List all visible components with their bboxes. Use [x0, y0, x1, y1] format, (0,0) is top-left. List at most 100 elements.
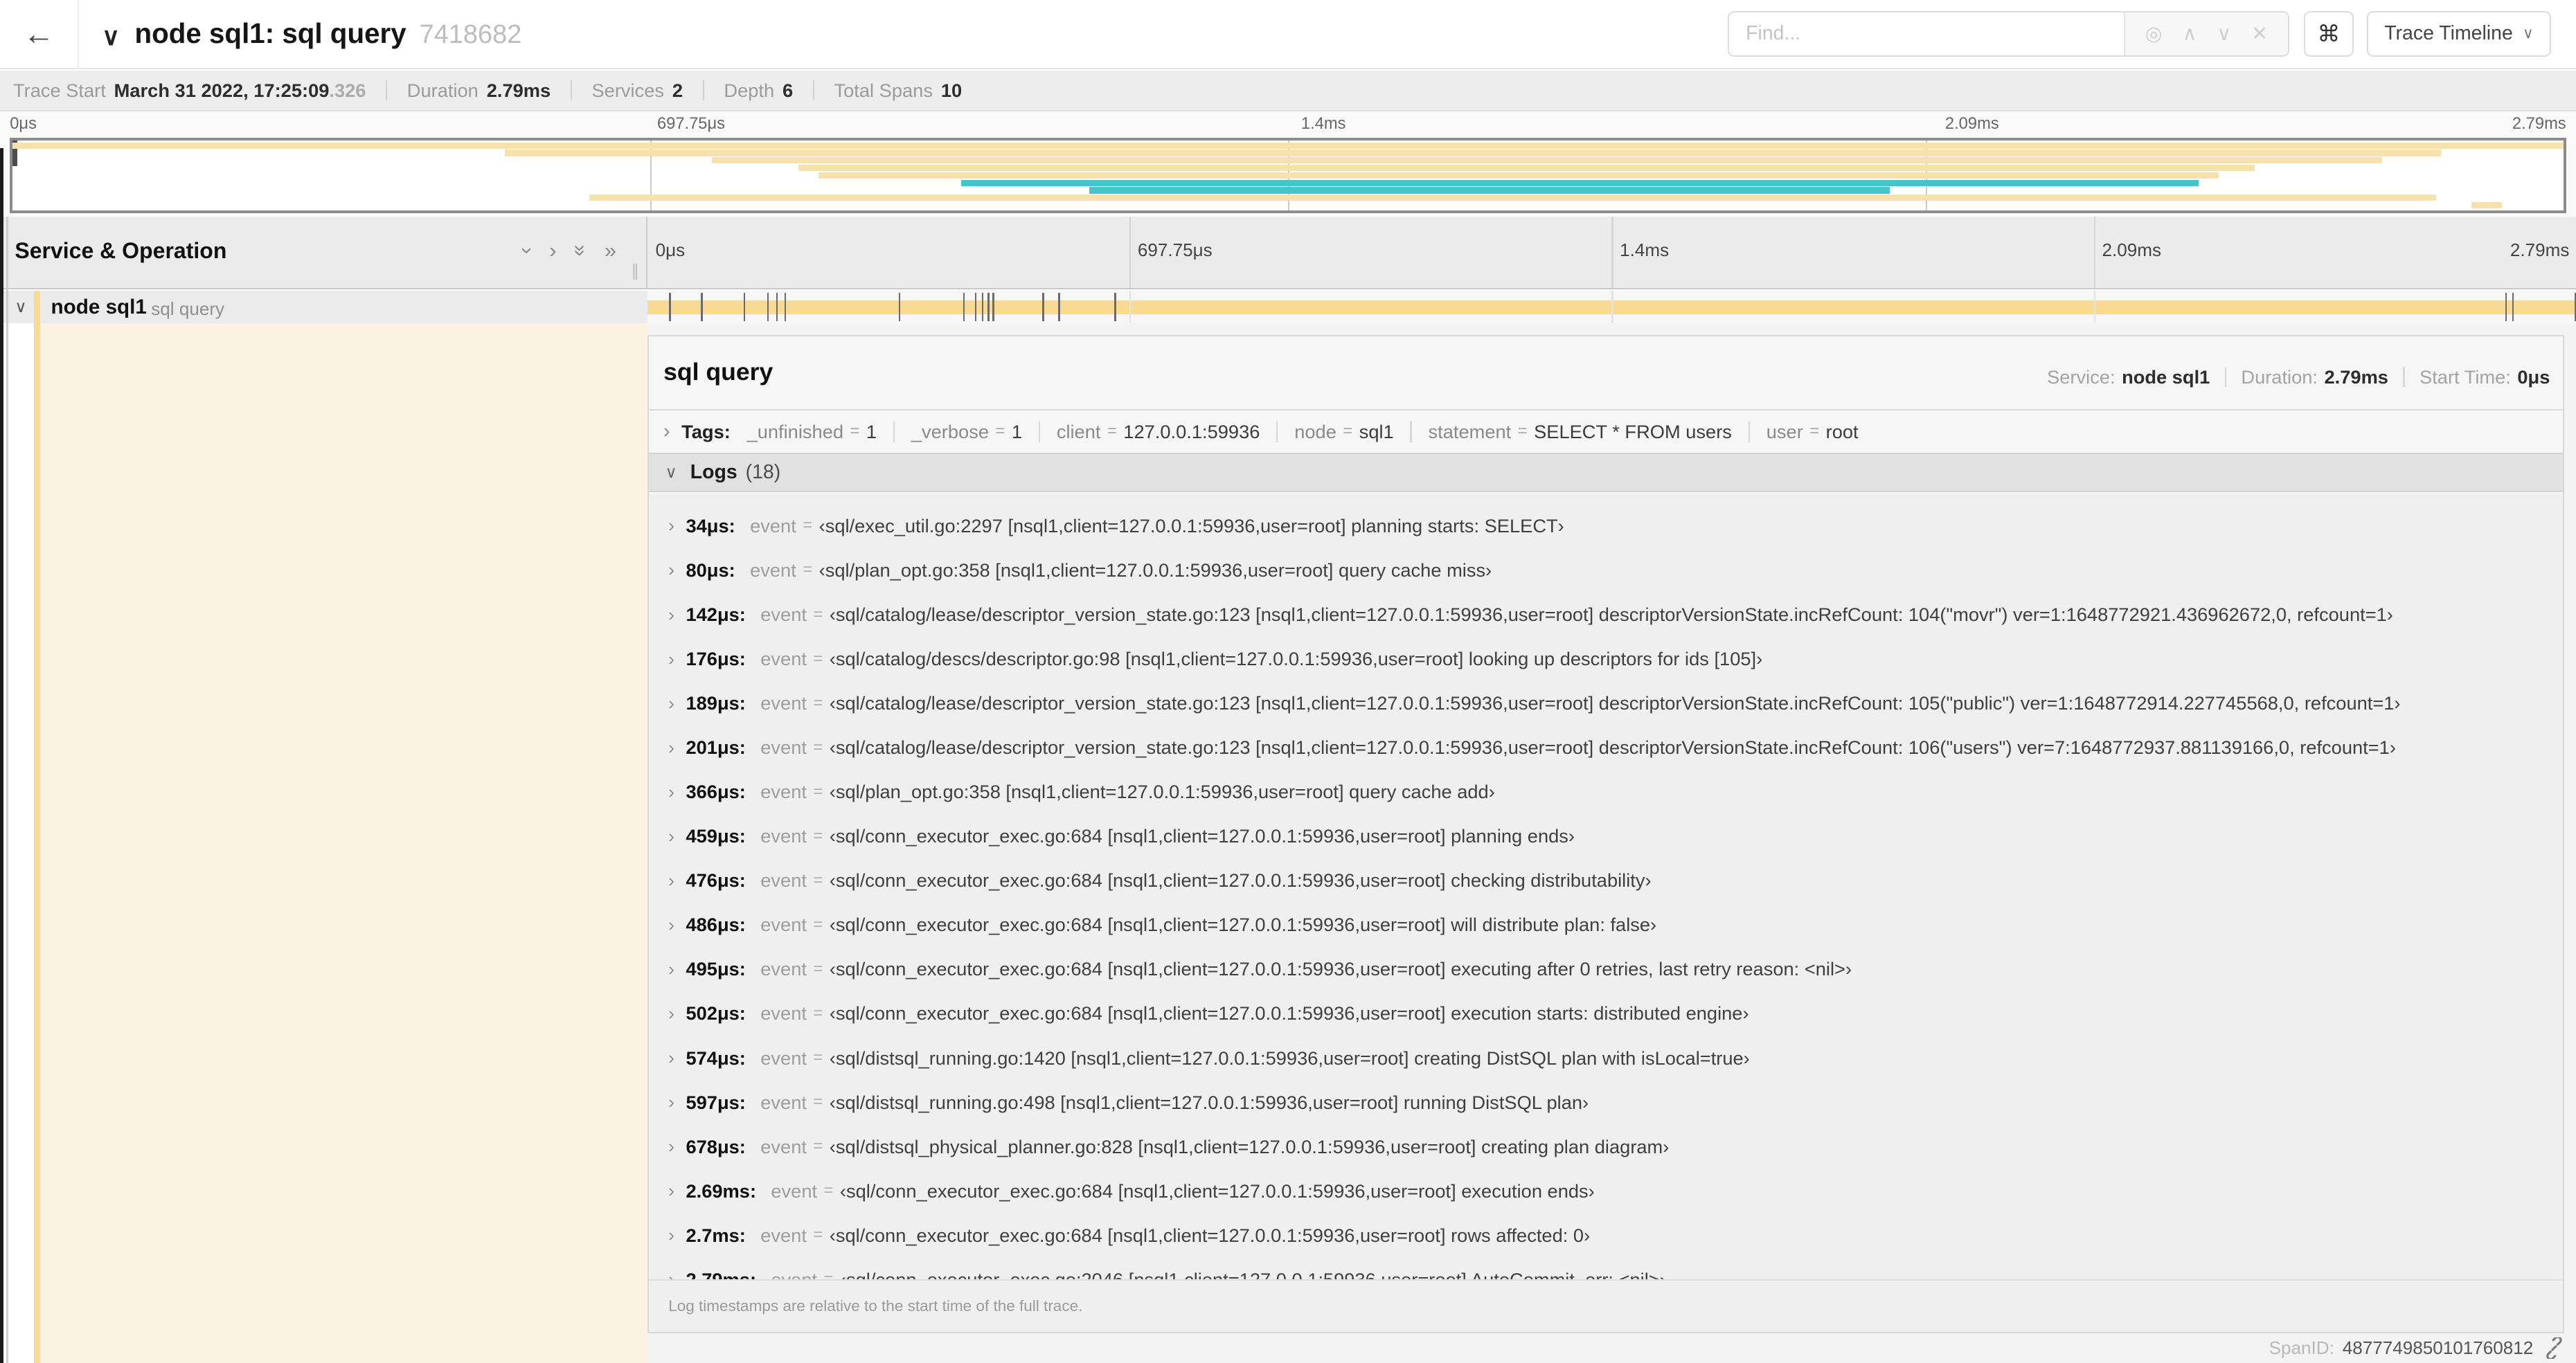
clear-search-icon[interactable]: ✕	[2251, 22, 2268, 46]
equals-sign: =	[813, 694, 823, 712]
minimap-ruler: 0μs 697.75μs 1.4ms 2.09ms 2.79ms	[0, 111, 2576, 138]
log-event-key: event	[760, 737, 807, 759]
tag-value: root	[1825, 420, 1859, 442]
log-row[interactable]: › 366μs: event = ‹sql/plan_opt.go:358 [nsql1…	[649, 770, 2564, 814]
log-event-key: event	[760, 958, 807, 980]
span-id-label: SpanID:	[2269, 1337, 2334, 1359]
tag-key: statement	[1428, 420, 1512, 442]
meta-label: Services	[591, 79, 665, 101]
detail-highlight-column	[40, 323, 647, 1363]
expand-one-icon[interactable]: ›	[549, 238, 556, 263]
span-row-timeline[interactable]	[647, 290, 2576, 324]
chevron-right-icon: ›	[668, 1002, 674, 1024]
meta-value: 10	[940, 79, 963, 101]
chevron-right-icon: ›	[668, 737, 674, 758]
ruler-tick-label: 2.09ms	[2102, 240, 2161, 261]
meta-value: 2.79ms	[486, 79, 551, 101]
ruler-gridline	[1129, 217, 1132, 288]
trace-title-group[interactable]: ∨ node sql1: sql query 7418682	[102, 17, 521, 50]
focus-icon[interactable]: ◎	[2145, 22, 2163, 46]
chevron-right-icon: ›	[668, 869, 674, 891]
equals-sign: =	[813, 871, 823, 890]
log-row[interactable]: › 476μs: event = ‹sql/conn_executor_exec.go:…	[649, 858, 2564, 903]
detail-gutter	[0, 323, 34, 1363]
log-row[interactable]: › 597μs: event = ‹sql/distsql_running.go:498…	[649, 1081, 2564, 1125]
log-event-value: ‹sql/conn_executor_exec.go:684 [nsql1,cl…	[829, 958, 1852, 980]
tags-label: Tags:	[681, 420, 731, 442]
span-row-name-column[interactable]: ∨ node sql1 sql query	[0, 290, 647, 324]
log-row[interactable]: › 176μs: event = ‹sql/catalog/descs/descript…	[649, 637, 2564, 681]
prev-result-icon[interactable]: ∧	[2183, 22, 2197, 46]
log-event-key: event	[760, 1135, 807, 1157]
log-row[interactable]: › 189μs: event = ‹sql/catalog/lease/descript…	[649, 681, 2564, 725]
trace-view-dropdown-label: Trace Timeline	[2384, 22, 2513, 45]
log-event-value: ‹sql/plan_opt.go:358 [nsql1,client=127.0…	[819, 559, 1492, 581]
ruler-gridline	[1611, 217, 1613, 288]
equals-sign: =	[813, 827, 823, 845]
chevron-right-icon: ›	[668, 1136, 674, 1157]
minimap-span-bar	[1089, 187, 1890, 194]
span-row[interactable]: ∨ node sql1 sql query	[0, 290, 2576, 324]
log-row[interactable]: › 495μs: event = ‹sql/conn_executor_exec.go:…	[649, 947, 2564, 991]
chevron-down-icon[interactable]: ∨	[15, 297, 26, 317]
collapse-one-icon[interactable]: ›	[515, 247, 540, 254]
log-row[interactable]: › 574μs: event = ‹sql/distsql_running.go:142…	[649, 1036, 2564, 1080]
minimap-canvas[interactable]	[10, 138, 2566, 214]
logs-accordion-header[interactable]: ∨ Logs (18)	[648, 453, 2564, 493]
expand-all-icon[interactable]: »	[605, 238, 616, 263]
link-icon[interactable]	[2543, 1337, 2565, 1360]
log-row[interactable]: › 2.69ms: event = ‹sql/conn_executor_exec.go…	[649, 1169, 2564, 1213]
next-result-icon[interactable]: ∨	[2217, 22, 2231, 46]
log-marker-tick	[785, 293, 787, 321]
log-event-key: event	[771, 1180, 818, 1202]
row-gridline	[2093, 290, 2095, 324]
search-input[interactable]	[1729, 12, 2124, 55]
tag-key: _unfinished	[746, 420, 844, 442]
log-event-key: event	[760, 869, 807, 892]
equals-sign: =	[813, 959, 823, 978]
log-row[interactable]: › 459μs: event = ‹sql/conn_executor_exec.go:…	[649, 814, 2564, 858]
span-service-name: node sql1	[51, 296, 147, 319]
log-row[interactable]: › 678μs: event = ‹sql/distsql_physical_plann…	[649, 1125, 2564, 1169]
column-resizer-grip[interactable]: ∥	[631, 261, 641, 281]
log-row[interactable]: › 142μs: event = ‹sql/catalog/lease/descript…	[649, 593, 2564, 637]
chevron-right-icon: ›	[668, 1225, 674, 1246]
span-detail-header: sql query Service: node sql1 Duration: 2…	[648, 336, 2564, 410]
trace-view-dropdown[interactable]: Trace Timeline ∨	[2366, 10, 2552, 57]
chevron-right-icon: ›	[668, 1180, 674, 1202]
chevron-right-icon: ›	[668, 692, 674, 714]
log-row[interactable]: › 201μs: event = ‹sql/catalog/lease/descript…	[649, 725, 2564, 770]
log-row[interactable]: › 502μs: event = ‹sql/conn_executor_exec.go:…	[649, 991, 2564, 1036]
meta-value: March 31 2022, 17:25:09	[114, 79, 330, 101]
equals-sign: =	[813, 1093, 823, 1112]
command-icon: ⌘	[2317, 21, 2341, 47]
log-event-value: ‹sql/plan_opt.go:358 [nsql1,client=127.0…	[829, 781, 1495, 803]
equals-sign: =	[823, 1182, 834, 1200]
span-list-header: Service & Operation › › » » ∥ 0μs 697.75μ…	[0, 217, 2576, 289]
back-button[interactable]: ←	[0, 0, 79, 69]
log-row[interactable]: › 2.79ms: event = ‹sql/conn_executor_exec.go…	[649, 1258, 2564, 1280]
log-timestamp: 597μs:	[686, 1091, 746, 1113]
log-event-key: event	[760, 604, 807, 626]
jaeger-trace-view: ← ∨ node sql1: sql query 7418682 ◎ ∧ ∨ ✕…	[0, 0, 2576, 1363]
tags-accordion[interactable]: › Tags: _unfinished = 1 _verbose = 1 client = 12…	[649, 410, 2564, 453]
minimap-tick-label: 697.75μs	[656, 115, 726, 134]
log-timestamp: 366μs:	[686, 781, 746, 803]
log-row[interactable]: › 486μs: event = ‹sql/conn_executor_exec.go:…	[649, 903, 2564, 947]
duration-label: Duration:	[2241, 365, 2318, 388]
tag-value: sql1	[1359, 420, 1394, 442]
collapse-all-icon[interactable]: »	[568, 244, 593, 256]
log-event-value: ‹sql/catalog/descs/descriptor.go:98 [nsq…	[829, 648, 1763, 670]
log-row[interactable]: › 34μs: event = ‹sql/exec_util.go:2297 [nsql…	[649, 504, 2564, 548]
log-event-key: event	[760, 1224, 807, 1246]
log-row[interactable]: › 2.7ms: event = ‹sql/conn_executor_exec.go:…	[649, 1213, 2564, 1258]
log-marker-tick	[898, 293, 901, 321]
trace-meta-item: Services 2	[551, 80, 683, 102]
log-row[interactable]: › 80μs: event = ‹sql/plan_opt.go:358 [nsql1,…	[649, 548, 2564, 593]
log-event-key: event	[760, 1047, 807, 1069]
equals-sign: =	[1343, 422, 1353, 441]
ruler-tick-label: 2.79ms	[2510, 240, 2570, 261]
trace-meta-item: Duration 2.79ms	[366, 80, 551, 102]
find-nav-controls: ◎ ∧ ∨ ✕	[2123, 12, 2289, 56]
keyboard-shortcuts-button[interactable]: ⌘	[2304, 10, 2354, 57]
